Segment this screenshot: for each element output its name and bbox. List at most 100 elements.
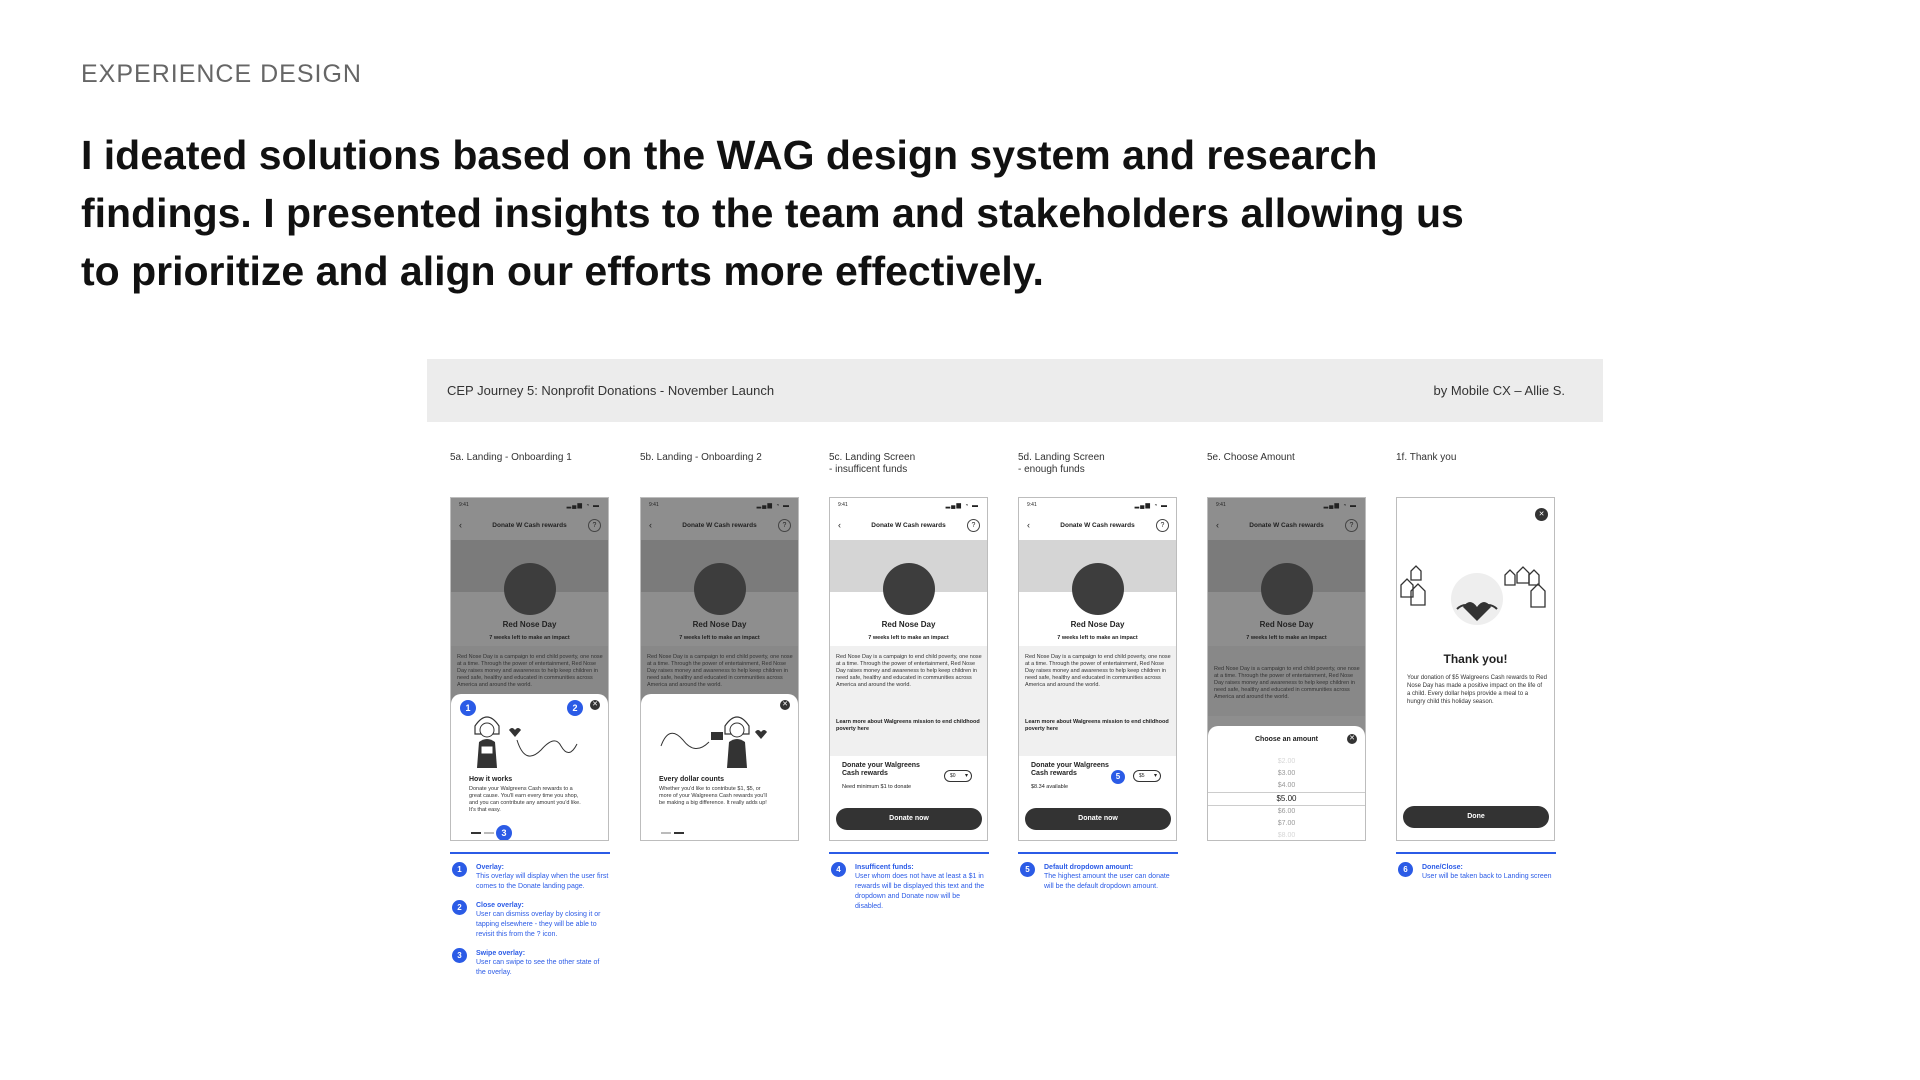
notes-1f: 6 Done/Close: User will be taken back to… — [1396, 852, 1556, 891]
close-icon[interactable]: ✕ — [590, 700, 600, 710]
org-description: Red Nose Day is a campaign to end child … — [647, 654, 793, 688]
back-chevron-icon[interactable]: ‹ — [1027, 520, 1030, 530]
org-description: Red Nose Day is a campaign to end child … — [1025, 654, 1171, 688]
donate-now-button[interactable]: Donate now — [836, 808, 982, 830]
sheet-title: How it works — [469, 776, 513, 783]
page-indicator[interactable] — [661, 830, 691, 834]
picker-option[interactable]: $2.00 — [1208, 756, 1365, 768]
help-icon[interactable]: ? — [588, 518, 601, 532]
sheet-text: Whether you'd like to contribute $1, $5,… — [659, 786, 767, 806]
help-icon[interactable]: ? — [778, 518, 791, 532]
amount-picker[interactable]: Choose an amount ✕ $2.00 $3.00 $4.00 $5.… — [1208, 726, 1365, 840]
picker-options[interactable]: $2.00 $3.00 $4.00 $5.00 $6.00 $7.00 $8.0… — [1208, 756, 1365, 840]
notes-5a: 1 Overlay: This overlay will display whe… — [450, 852, 610, 987]
status-time: 9:41 — [1216, 502, 1226, 508]
note-text: User can swipe to see the other state of… — [476, 959, 600, 976]
org-name: Red Nose Day — [1259, 620, 1314, 629]
weeks-left: 7 weeks left to make an impact — [1246, 635, 1327, 641]
status-signal-icon: ▂▄▆ ◔ ▬ — [1323, 502, 1357, 509]
donate-now-button[interactable]: Donate now — [1025, 808, 1171, 830]
picker-title: Choose an amount — [1254, 736, 1318, 743]
sheet-text: Donate your Walgreens Cash rewards to a … — [469, 786, 581, 813]
onboarding-overlay[interactable]: ✕ How it works Donate your Walgreens Cas… — [451, 694, 608, 840]
frame-label-5a: 5a. Landing - Onboarding 1 — [450, 452, 572, 463]
close-icon[interactable]: ✕ — [1535, 508, 1548, 521]
status-signal-icon: ▂▄▆ ◔ ▬ — [566, 502, 600, 509]
back-chevron-icon[interactable]: ‹ — [838, 520, 841, 530]
status-signal-icon: ▂▄▆ ◔ ▬ — [1134, 502, 1168, 509]
heart-icon — [755, 730, 767, 739]
notes-5c: 4 Insufficent funds: User whom does not … — [829, 852, 989, 921]
thank-you-text: Your donation of $5 Walgreens Cash rewar… — [1407, 675, 1547, 705]
note-badge: 1 — [452, 862, 467, 877]
nav-title: Donate W Cash rewards — [1249, 521, 1324, 529]
phone-5c: 9:41 ▂▄▆ ◔ ▬ ‹ Donate W Cash rewards ? Re… — [829, 497, 988, 841]
nav-title: Donate W Cash rewards — [1060, 521, 1135, 529]
card-title: Donate your Walgreens Cash rewards — [842, 762, 920, 777]
sheet-title: Every dollar counts — [659, 776, 724, 783]
picker-option[interactable]: $6.00 — [1208, 806, 1365, 818]
weeks-left: 7 weeks left to make an impact — [679, 635, 760, 641]
amount-dropdown[interactable]: $5 — [1133, 770, 1161, 782]
org-logo — [694, 563, 746, 615]
note-text: The highest amount the user can donate w… — [1044, 873, 1170, 890]
note-title: Done/Close: — [1422, 864, 1463, 871]
picker-option[interactable]: $4.00 — [1208, 780, 1365, 792]
note-text: This overlay will display when the user … — [476, 873, 609, 890]
volunteer-illustration — [660, 716, 767, 768]
wireframe-board: CEP Journey 5: Nonprofit Donations - Nov… — [427, 359, 1603, 999]
status-time: 9:41 — [459, 502, 469, 508]
amount-dropdown[interactable]: $0 — [944, 770, 972, 782]
donate-card: Donate your Walgreens Cash rewards $8.34… — [1025, 756, 1171, 798]
back-chevron-icon[interactable]: ‹ — [1216, 520, 1219, 530]
frame-label-5e: 5e. Choose Amount — [1207, 452, 1295, 463]
done-button[interactable]: Done — [1403, 806, 1549, 828]
onboarding-overlay[interactable]: ✕ Every dollar counts Whether you'd like… — [641, 694, 798, 840]
note-text: User can dismiss overlay by closing it o… — [476, 911, 601, 938]
help-icon[interactable]: ? — [1156, 518, 1169, 532]
close-icon[interactable]: ✕ — [780, 700, 790, 710]
org-name: Red Nose Day — [692, 620, 747, 629]
org-name: Red Nose Day — [502, 620, 557, 629]
note-badge: 5 — [1020, 862, 1035, 877]
note-title: Swipe overlay: — [476, 950, 526, 957]
note-badge: 2 — [452, 900, 467, 915]
status-time: 9:41 — [649, 502, 659, 508]
org-name: Red Nose Day — [881, 620, 936, 629]
thank-you-title: Thank you! — [1443, 652, 1508, 666]
org-description: Red Nose Day is a campaign to end child … — [1214, 666, 1360, 700]
board-author: by Mobile CX – Allie S. — [1433, 383, 1565, 398]
card-title: Donate your Walgreens Cash rewards — [1031, 762, 1109, 777]
note-badge: 3 — [452, 948, 467, 963]
learn-more-link[interactable]: Learn more about Walgreens mission to en… — [836, 719, 982, 733]
help-icon[interactable]: ? — [1345, 518, 1358, 532]
note-badge: 4 — [831, 862, 846, 877]
frame-label-5c: 5c. Landing Screen - insufficent funds — [829, 452, 916, 475]
help-icon[interactable]: ? — [967, 518, 980, 532]
picker-option[interactable]: $7.00 — [1208, 818, 1365, 830]
badge-5: 5 — [1111, 770, 1125, 784]
note-4: 4 Insufficent funds: User whom does not … — [829, 862, 989, 912]
back-chevron-icon[interactable]: ‹ — [649, 520, 652, 530]
donate-card: Donate your Walgreens Cash rewards Need … — [836, 756, 982, 798]
back-chevron-icon[interactable]: ‹ — [459, 520, 462, 530]
note-title: Overlay: — [476, 864, 505, 871]
available-balance: $8.34 available — [1031, 784, 1069, 790]
note-text: User will be taken back to Landing scree… — [1422, 873, 1552, 880]
note-3: 3 Swipe overlay: User can swipe to see t… — [450, 948, 610, 978]
learn-more-link[interactable]: Learn more about Walgreens mission to en… — [1025, 719, 1171, 733]
picker-option-selected[interactable]: $5.00 — [1208, 792, 1365, 806]
org-description: Red Nose Day is a campaign to end child … — [457, 654, 603, 688]
org-name: Red Nose Day — [1070, 620, 1125, 629]
community-illustration — [1400, 565, 1546, 625]
note-2: 2 Close overlay: User can dismiss overla… — [450, 900, 610, 940]
org-description: Red Nose Day is a campaign to end child … — [836, 654, 982, 688]
nav-title: Donate W Cash rewards — [492, 521, 567, 529]
picker-option[interactable]: $3.00 — [1208, 768, 1365, 780]
org-logo — [1261, 563, 1313, 615]
note-title: Close overlay: — [476, 902, 524, 909]
picker-option[interactable]: $8.00 — [1208, 830, 1365, 840]
phone-5b: 9:41 ▂▄▆ ◔ ▬ ‹ Donate W Cash rewards ? Re… — [640, 497, 799, 841]
frame-label-1f: 1f. Thank you — [1396, 452, 1457, 463]
close-icon[interactable]: ✕ — [1347, 734, 1357, 744]
